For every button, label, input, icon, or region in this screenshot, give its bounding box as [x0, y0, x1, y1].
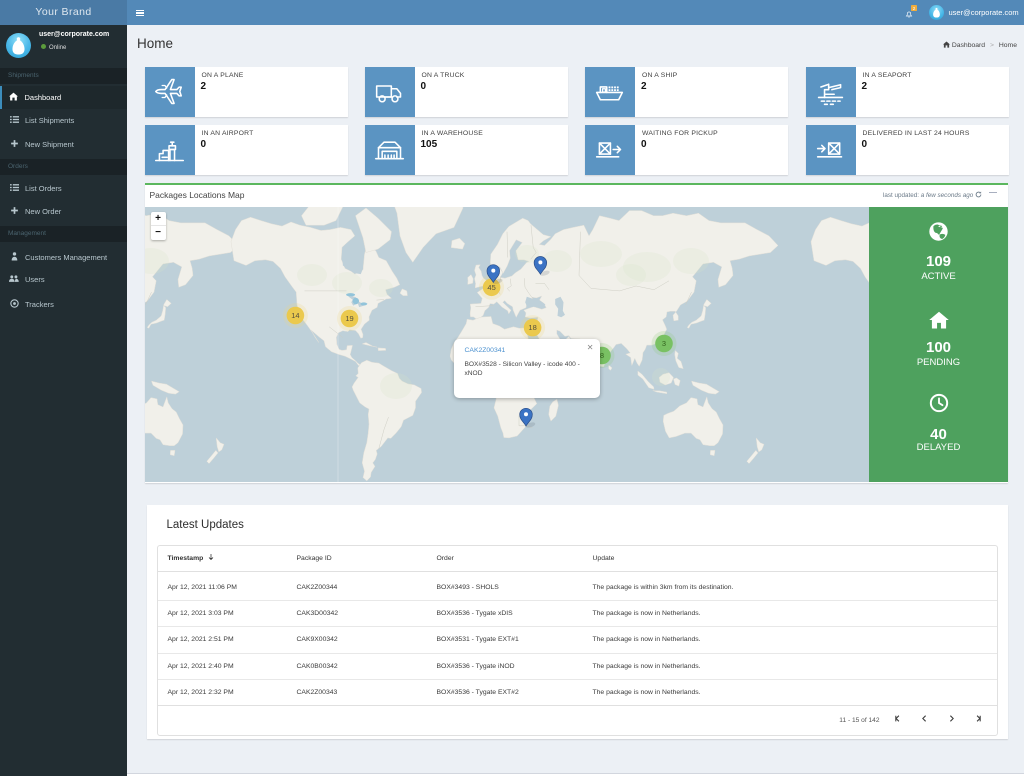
svg-text:18: 18	[528, 323, 536, 332]
svg-text:19: 19	[345, 314, 353, 323]
svg-text:3: 3	[661, 339, 665, 348]
svg-text:8: 8	[599, 351, 603, 360]
svg-text:2: 2	[913, 5, 916, 10]
svg-text:14: 14	[291, 311, 299, 320]
svg-text:45: 45	[487, 283, 495, 292]
